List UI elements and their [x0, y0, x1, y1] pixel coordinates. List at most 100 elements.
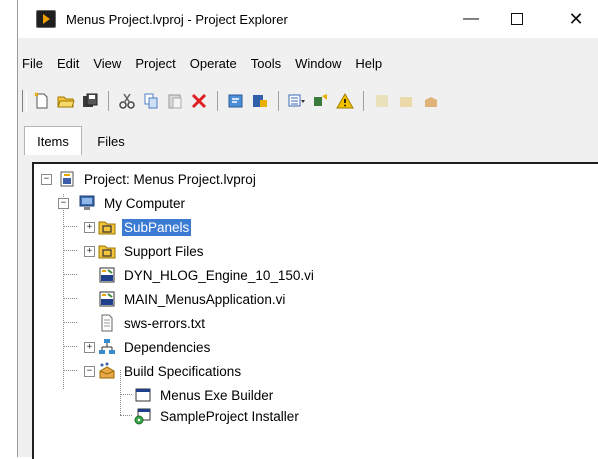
warning-icon	[336, 92, 354, 109]
menu-tools[interactable]: Tools	[244, 56, 288, 71]
cut-icon	[119, 93, 135, 109]
tree-line	[63, 274, 77, 275]
save-all-button[interactable]	[79, 90, 101, 112]
disabled-tool-1-button[interactable]	[371, 90, 393, 112]
project-explorer-window: Menus Project.lvproj - Project Explorer …	[17, 0, 598, 459]
copy-button[interactable]	[140, 90, 162, 112]
toolbar-separator	[108, 91, 109, 111]
tree-line	[63, 250, 77, 251]
menu-view[interactable]: View	[86, 56, 128, 71]
resolve-icon	[314, 94, 327, 106]
delete-button[interactable]	[188, 90, 210, 112]
installer-icon	[134, 407, 152, 425]
disabled-box-icon	[425, 97, 437, 107]
menu-operate[interactable]: Operate	[183, 56, 244, 71]
project-icon	[58, 170, 76, 188]
tree-item-main-vi[interactable]: MAIN_MenusApplication.vi	[98, 288, 287, 310]
toolbar	[18, 86, 598, 116]
collapse-project-toggle[interactable]: −	[41, 174, 52, 185]
tab-items[interactable]: Items	[24, 126, 82, 155]
tree-item-label: MAIN_MenusApplication.vi	[124, 291, 286, 307]
title-bar[interactable]: Menus Project.lvproj - Project Explorer …	[18, 0, 598, 38]
tree-line	[63, 194, 64, 389]
warnings-button[interactable]	[334, 90, 356, 112]
tree-item-label: Project: Menus Project.lvproj	[84, 171, 256, 187]
project-tree[interactable]: − Project: Menus Project.lvproj − My Com…	[32, 162, 598, 459]
delete-icon	[191, 93, 207, 109]
tree-item-project[interactable]: Project: Menus Project.lvproj	[58, 168, 258, 190]
virtual-folder-icon	[98, 218, 116, 236]
tree-item-subpanels[interactable]: SubPanels	[98, 216, 192, 238]
tab-files[interactable]: Files	[84, 128, 138, 154]
tree-line	[63, 226, 77, 227]
tree-item-label: DYN_HLOG_Engine_10_150.vi	[124, 267, 314, 283]
open-button[interactable]	[55, 90, 77, 112]
paste-button[interactable]	[164, 90, 186, 112]
tree-item-support-files[interactable]: Support Files	[98, 240, 206, 262]
disabled-tool-2-button[interactable]	[395, 90, 417, 112]
menu-edit[interactable]: Edit	[50, 56, 86, 71]
maximize-icon	[511, 13, 523, 25]
disabled-tool-3-button[interactable]	[419, 90, 441, 112]
tree-item-label: sws-errors.txt	[124, 315, 205, 331]
vi-icon	[98, 266, 116, 284]
add-file-icon	[228, 94, 243, 108]
window-title: Menus Project.lvproj - Project Explorer	[66, 11, 288, 27]
tree-item-label: SubPanels	[122, 218, 192, 236]
save-all-icon	[83, 93, 98, 107]
menu-bar: File Edit View Project Operate Tools Win…	[18, 52, 389, 74]
resolve-conflicts-button[interactable]	[310, 90, 332, 112]
toolbar-separator	[363, 91, 364, 111]
text-file-icon	[98, 314, 116, 332]
collapse-my-computer-toggle[interactable]: −	[58, 198, 69, 209]
add-file-button[interactable]	[225, 90, 247, 112]
computer-icon	[78, 194, 96, 212]
tab-strip: Items Files	[18, 124, 598, 155]
tree-line	[63, 298, 77, 299]
menu-project[interactable]: Project	[128, 56, 182, 71]
menu-window[interactable]: Window	[288, 56, 348, 71]
open-folder-icon	[57, 96, 75, 108]
copy-icon	[144, 93, 158, 109]
tree-item-label: SampleProject Installer	[160, 408, 299, 424]
expand-support-files-toggle[interactable]: +	[84, 246, 95, 257]
cut-button[interactable]	[116, 90, 138, 112]
tree-line	[120, 415, 132, 416]
tree-item-dyn-vi[interactable]: DYN_HLOG_Engine_10_150.vi	[98, 264, 316, 286]
tree-item-dependencies[interactable]: Dependencies	[98, 336, 212, 358]
minimize-icon: —	[463, 10, 479, 27]
tree-item-label: Build Specifications	[124, 363, 242, 379]
build-icon	[253, 95, 267, 107]
minimize-button[interactable]: —	[448, 0, 494, 38]
toolbar-grip[interactable]	[22, 90, 27, 112]
build-specifications-icon	[98, 362, 116, 380]
tree-item-build-specifications[interactable]: Build Specifications	[98, 360, 243, 382]
expand-dependencies-toggle[interactable]: +	[84, 342, 95, 353]
view-list-icon	[288, 94, 305, 107]
tree-item-label: Support Files	[124, 243, 204, 259]
virtual-folder-icon	[98, 242, 116, 260]
tree-item-exe-builder[interactable]: Menus Exe Builder	[134, 384, 275, 406]
application-builder-icon	[134, 386, 152, 404]
menu-file[interactable]: File	[18, 56, 50, 71]
tree-item-installer[interactable]: SampleProject Installer	[134, 405, 301, 427]
menu-help[interactable]: Help	[348, 56, 389, 71]
toolbar-separator	[278, 91, 279, 111]
disabled-package-icon	[400, 97, 412, 107]
new-button[interactable]	[31, 90, 53, 112]
tree-item-label: Dependencies	[124, 339, 211, 355]
close-button[interactable]: ✕	[553, 0, 598, 38]
build-button[interactable]	[249, 90, 271, 112]
tree-item-my-computer[interactable]: My Computer	[78, 192, 187, 214]
collapse-build-specs-toggle[interactable]: −	[84, 366, 95, 377]
tree-line	[63, 322, 77, 323]
tree-item-sws-errors[interactable]: sws-errors.txt	[98, 312, 207, 334]
dependencies-icon	[98, 338, 116, 356]
expand-subpanels-toggle[interactable]: +	[84, 222, 95, 233]
tree-line	[63, 346, 77, 347]
labview-app-icon	[36, 10, 56, 28]
toolbar-separator	[217, 91, 218, 111]
maximize-button[interactable]	[494, 0, 540, 38]
view-dropdown-button[interactable]	[286, 90, 308, 112]
close-icon: ✕	[568, 8, 584, 29]
